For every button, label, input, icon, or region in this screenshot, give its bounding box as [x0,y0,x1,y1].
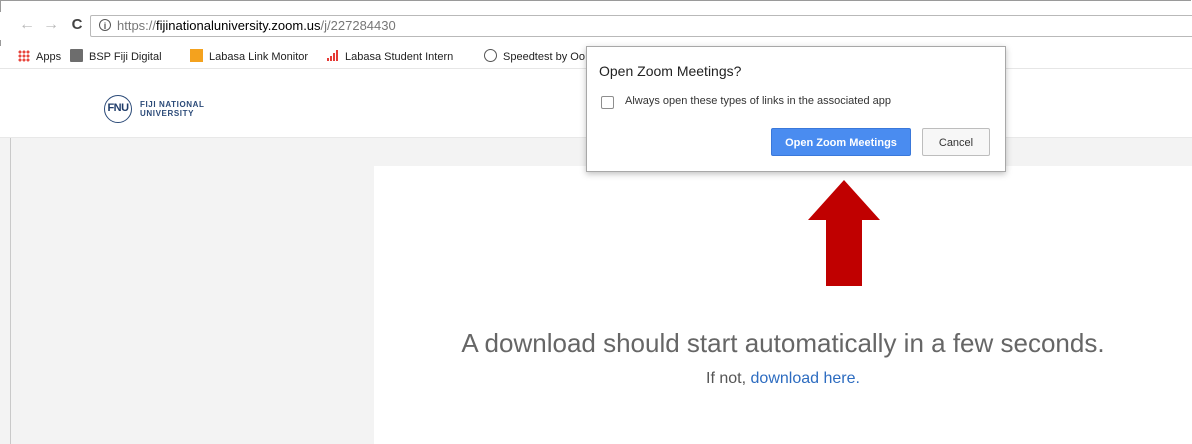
bookmark-label: BSP Fiji Digital [89,51,162,63]
bookmark-label: Apps [36,51,62,63]
logo-line-1: FIJI NATIONAL [140,100,205,109]
url-host: fijinationaluniversity.zoom.us [156,18,321,33]
logo-text: FIJI NATIONAL UNIVERSITY [140,100,205,118]
bookmark-bsp-fiji-digital[interactable]: BSP Fiji Digital [70,49,162,65]
bsp-icon [70,49,83,62]
always-open-label: Always open these types of links in the … [625,95,891,107]
labasa-icon [190,49,203,62]
speedometer-icon [484,49,497,62]
download-subline: If not, download here. [374,370,1192,388]
info-icon[interactable]: i [99,19,111,31]
forward-arrow-icon[interactable]: → [42,16,60,34]
apps-grid-icon [18,50,30,62]
bookmark-label: Speedtest by Oo [503,51,585,63]
bookmark-apps[interactable]: Apps [18,49,61,65]
bookmark-label: Labasa Student Intern [345,51,454,63]
bookmark-labasa-link-monitor[interactable]: Labasa Link Monitor [190,49,308,65]
always-open-checkbox[interactable] [601,96,614,109]
download-here-link[interactable]: download here. [751,370,860,387]
bookmark-labasa-student-intern[interactable]: Labasa Student Intern [326,49,453,65]
dialog-title: Open Zoom Meetings? [599,63,742,79]
open-zoom-meetings-button[interactable]: Open Zoom Meetings [771,128,911,156]
red-up-arrow-icon [808,180,880,286]
reload-icon[interactable]: C [68,16,86,34]
logo-mark: FNU [104,95,132,123]
subline-prefix: If not, [706,370,751,387]
open-zoom-dialog: Open Zoom Meetings? Always open these ty… [586,46,1006,172]
url-path: /j/227284430 [320,18,396,33]
url-scheme: https:// [117,18,157,33]
left-divider [10,138,11,444]
url-text: https://fijinationaluniversity.zoom.us/j… [117,18,396,33]
download-panel: A download should start automatically in… [374,166,1192,444]
back-arrow-icon[interactable]: ← [18,16,36,34]
bookmark-label: Labasa Link Monitor [209,51,309,63]
bookmark-speedtest[interactable]: Speedtest by Oo [484,49,585,65]
download-headline: A download should start automatically in… [461,328,1105,358]
cancel-button[interactable]: Cancel [922,128,990,156]
browser-toolbar: ← → C i https://fijinationaluniversity.z… [0,12,1192,40]
bar-chart-icon [327,50,338,61]
logo-line-2: UNIVERSITY [140,109,195,118]
address-bar[interactable]: i https://fijinationaluniversity.zoom.us… [90,15,1192,37]
